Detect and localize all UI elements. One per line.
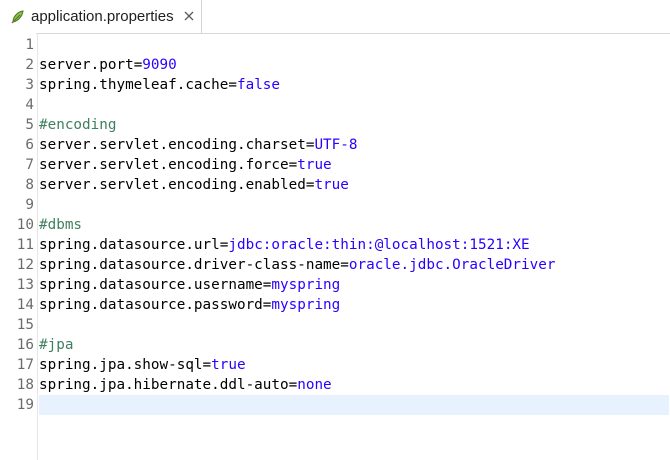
- equals-sign: =: [133, 57, 143, 73]
- comment-text: #dbms: [39, 217, 83, 233]
- code-line[interactable]: server.servlet.encoding.charset=UTF-8: [39, 135, 669, 155]
- line-number: 6: [25, 137, 34, 153]
- property-value: UTF-8: [314, 137, 358, 153]
- line-number: 4: [25, 97, 34, 113]
- line-number: 13: [16, 277, 34, 293]
- property-key: spring.datasource.password: [39, 297, 263, 313]
- property-key: spring.datasource.username: [39, 277, 263, 293]
- property-key: server.servlet.encoding.force: [39, 157, 289, 173]
- line-number: 19: [16, 397, 34, 413]
- line-number: 15: [16, 317, 34, 333]
- code-line[interactable]: spring.jpa.hibernate.ddl-auto=none: [39, 375, 669, 395]
- tab-title: application.properties: [31, 8, 174, 25]
- text-editor[interactable]: server.port=9090 spring.thymeleaf.cache=f…: [37, 33, 670, 460]
- line-number-gutter: 1 2 3 4 5 6 7 8 9 10 11 12 13 14 15 16 17 18 19: [0, 33, 36, 460]
- property-value: false: [236, 77, 281, 93]
- property-key: spring.jpa.show-sql: [39, 357, 203, 373]
- property-value: 9090: [142, 57, 177, 73]
- line-number: 9: [25, 197, 34, 213]
- line-number: 11: [16, 237, 34, 253]
- code-line[interactable]: [39, 195, 669, 215]
- line-number: 7: [25, 157, 34, 173]
- property-value: true: [314, 177, 349, 193]
- code-line[interactable]: spring.datasource.password=myspring: [39, 295, 669, 315]
- code-line[interactable]: [39, 95, 669, 115]
- code-line[interactable]: spring.thymeleaf.cache=false: [39, 75, 669, 95]
- property-value: none: [297, 377, 332, 393]
- line-number: 8: [25, 177, 34, 193]
- property-value: myspring: [271, 297, 341, 313]
- code-line[interactable]: spring.datasource.driver-class-name=orac…: [39, 255, 669, 275]
- code-line[interactable]: server.servlet.encoding.force=true: [39, 155, 669, 175]
- code-line[interactable]: spring.jpa.show-sql=true: [39, 355, 669, 375]
- property-key: server.servlet.encoding.enabled: [39, 177, 306, 193]
- property-value: myspring: [271, 277, 341, 293]
- property-value: true: [297, 157, 332, 173]
- property-key: spring.datasource.driver-class-name: [39, 257, 341, 273]
- code-area: 1 2 3 4 5 6 7 8 9 10 11 12 13 14 15 16 17 18 19 server.por…: [0, 33, 670, 460]
- code-line[interactable]: server.servlet.encoding.enabled=true: [39, 175, 669, 195]
- property-key: spring.datasource.url: [39, 237, 220, 253]
- comment-text: #encoding: [39, 117, 117, 133]
- equals-sign: =: [288, 157, 298, 173]
- property-key: server.servlet.encoding.charset: [39, 137, 306, 153]
- line-number: 1: [25, 37, 34, 53]
- property-value: jdbc:oracle:thin:@localhost:1521:XE: [228, 237, 530, 253]
- property-key: spring.jpa.hibernate.ddl-auto: [39, 377, 289, 393]
- comment-text: #jpa: [39, 337, 74, 353]
- property-value: true: [211, 357, 246, 373]
- code-line[interactable]: spring.datasource.username=myspring: [39, 275, 669, 295]
- line-number: 12: [16, 257, 34, 273]
- property-key: spring.thymeleaf.cache: [39, 77, 229, 93]
- line-number: 5: [25, 117, 34, 133]
- code-line[interactable]: #encoding: [39, 115, 669, 135]
- equals-sign: =: [202, 357, 212, 373]
- code-line[interactable]: #dbms: [39, 215, 669, 235]
- line-number: 16: [16, 337, 34, 353]
- equals-sign: =: [228, 77, 237, 93]
- line-number: 14: [16, 297, 34, 313]
- code-line[interactable]: #jpa: [39, 335, 669, 355]
- code-line[interactable]: server.port=9090: [39, 55, 669, 75]
- line-number: 3: [25, 77, 34, 93]
- close-icon[interactable]: [183, 10, 195, 22]
- editor-window: application.properties 1 2 3 4 5 6 7 8 9 10 11 12 13…: [0, 0, 670, 460]
- tab-application-properties[interactable]: application.properties: [0, 0, 202, 33]
- equals-sign: =: [288, 377, 298, 393]
- line-number: 10: [16, 217, 34, 233]
- equals-sign: =: [340, 257, 349, 273]
- line-number: 18: [16, 377, 34, 393]
- property-value: oracle.jdbc.OracleDriver: [348, 257, 556, 273]
- line-number: 17: [16, 357, 34, 373]
- line-number: 2: [25, 57, 34, 73]
- code-line[interactable]: [39, 35, 669, 55]
- property-key: server.port: [39, 57, 134, 73]
- editor-tab-bar: application.properties: [0, 0, 670, 34]
- current-code-line[interactable]: [39, 395, 669, 415]
- code-line[interactable]: spring.datasource.url=jdbc:oracle:thin:@…: [39, 235, 669, 255]
- code-line[interactable]: [39, 315, 669, 335]
- properties-file-icon: [11, 9, 24, 23]
